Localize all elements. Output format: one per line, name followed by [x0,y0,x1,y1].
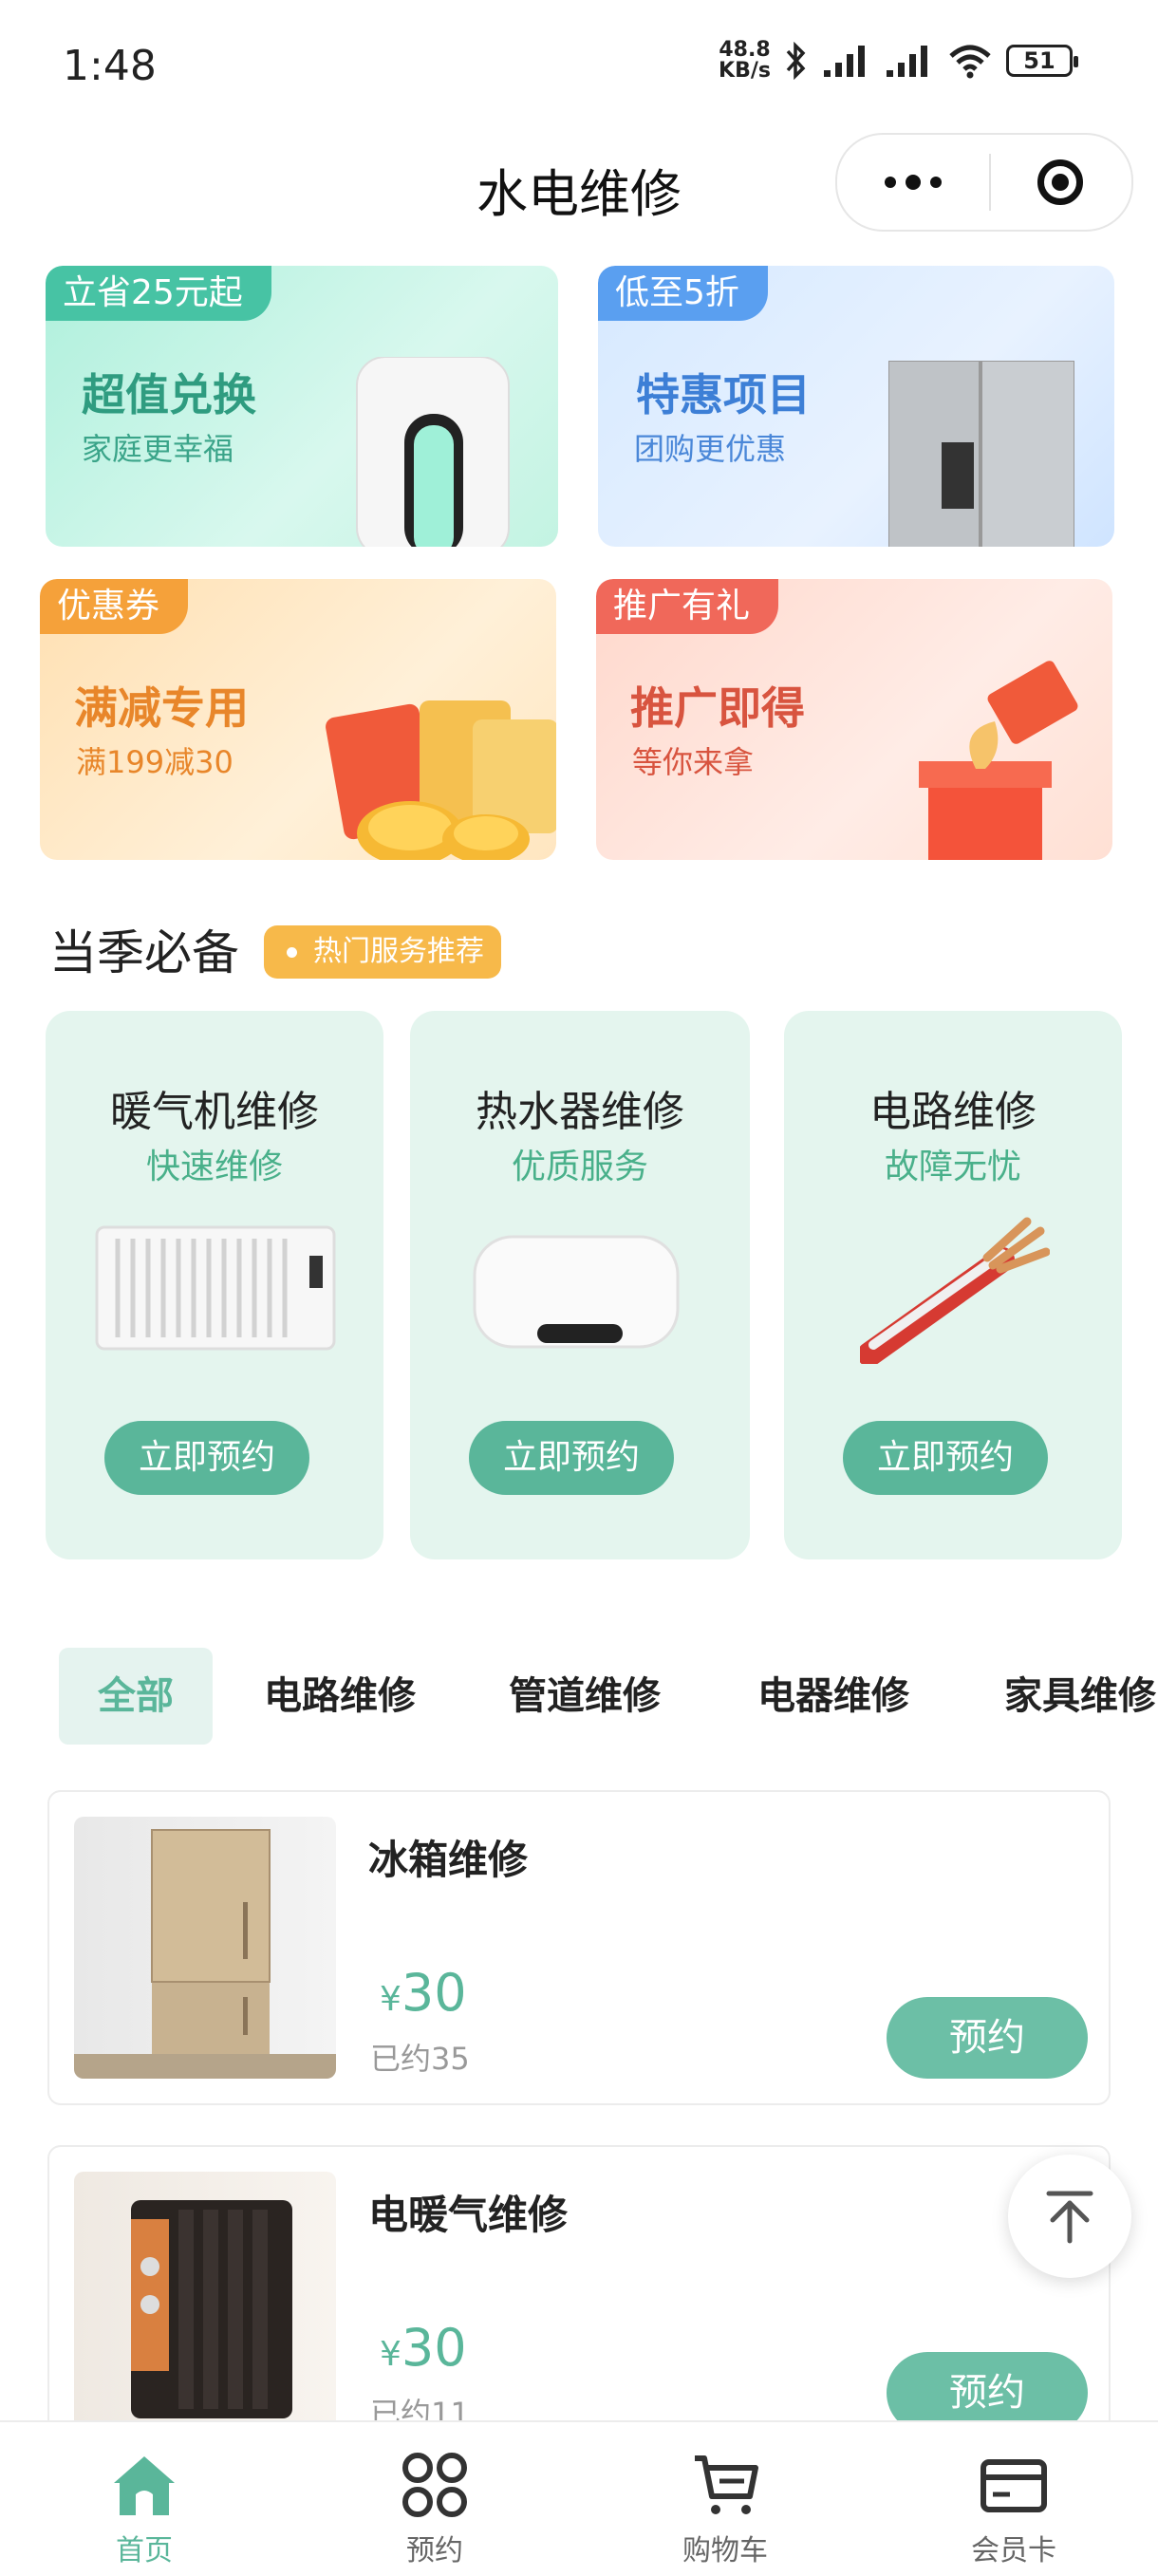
heater-image [95,1225,336,1351]
hot-service-badge: 热门服务推荐 [264,925,501,979]
more-menu-button[interactable] [837,175,989,190]
air-conditioner-image [356,357,510,547]
service-name: 热水器维修 [476,1088,684,1136]
status-icons: 48.8 KB/s 51 [719,40,1078,82]
nav-label: 会员卡 [971,2534,1056,2567]
promo-tag: 推广有礼 [596,579,779,634]
signal-icon [824,46,865,77]
target-icon [1037,159,1083,205]
product-price: ¥30 [380,1963,467,2023]
speed-unit: KB/s [719,59,771,83]
price-value: 30 [401,2318,467,2378]
refrigerator-image [888,361,1074,547]
close-miniapp-button[interactable] [991,159,1130,205]
promo-subtitle: 团购更优惠 [634,431,787,467]
promo-tag: 优惠券 [40,579,189,634]
product-name: 电暖气维修 [368,2192,569,2238]
nav-label: 预约 [406,2534,463,2567]
battery-icon: 51 [1006,45,1078,77]
product-image [74,1817,336,2079]
product-image [74,2172,336,2434]
speed-value: 48.8 [719,38,771,62]
grid-icon [402,2453,467,2517]
promo-title: 特惠项目 [636,369,811,420]
promo-title: 满减专用 [74,682,249,734]
tab-furniture[interactable]: 家具维修 [1004,1648,1156,1745]
book-now-button[interactable]: 立即预约 [469,1421,674,1495]
service-name: 电路维修 [869,1088,1037,1136]
product-card-electric-heater[interactable]: 电暖气维修 ¥30 已约11 预约 [47,2145,1111,2458]
miniapp-capsule [835,133,1133,232]
service-desc: 优质服务 [511,1148,648,1186]
service-card-water-heater[interactable]: 热水器维修 优质服务 立即预约 [410,1011,750,1559]
dot-icon [906,175,921,190]
service-card-circuit[interactable]: 电路维修 故障无忧 立即预约 [784,1011,1122,1559]
promo-card-discount[interactable]: 低至5折 特惠项目 团购更优惠 [598,266,1114,547]
bottom-nav: 首页 预约 购物车 会员卡 [0,2420,1158,2576]
signal-icon-2 [887,46,927,77]
gift-box-image [919,661,1078,860]
tab-pipe[interactable]: 管道维修 [509,1648,661,1745]
service-desc: 故障无忧 [884,1148,1021,1186]
book-now-button[interactable]: 立即预约 [104,1421,309,1495]
book-now-button[interactable]: 立即预约 [843,1421,1048,1495]
book-button[interactable]: 预约 [887,1997,1088,2079]
promo-title: 推广即得 [630,682,805,734]
card-icon [981,2459,1047,2512]
tab-appliance[interactable]: 电器维修 [757,1648,909,1745]
product-card-fridge[interactable]: 冰箱维修 ¥30 已约35 预约 [47,1790,1111,2105]
promo-subtitle: 满199减30 [76,744,233,780]
tab-circuit[interactable]: 电路维修 [264,1648,416,1745]
home-icon [114,2456,175,2515]
product-price: ¥30 [380,2318,467,2378]
nav-label: 首页 [116,2534,173,2567]
service-card-heater[interactable]: 暖气机维修 快速维修 立即预约 [46,1011,383,1559]
cart-icon [695,2455,758,2514]
network-speed: 48.8 KB/s [719,40,771,82]
bluetooth-icon [786,42,806,80]
promo-tag: 低至5折 [598,266,768,321]
promo-subtitle: 家庭更幸福 [82,431,234,467]
dot-icon [885,177,896,188]
fridge-image [74,1829,336,2079]
currency-symbol: ¥ [380,1980,402,2019]
currency-symbol: ¥ [380,2335,402,2374]
promo-card-exchange[interactable]: 立省25元起 超值兑换 家庭更幸福 [46,266,558,547]
price-value: 30 [401,1963,467,2023]
tab-all[interactable]: 全部 [59,1648,213,1745]
back-to-top-button[interactable] [1008,2155,1131,2278]
status-time: 1:48 [63,42,157,90]
promo-title: 超值兑换 [82,369,256,420]
promo-card-referral[interactable]: 推广有礼 推广即得 等你来拿 [596,579,1112,860]
oil-heater-image [131,2200,292,2418]
dot-icon [930,177,942,188]
service-name: 暖气机维修 [110,1088,319,1136]
water-heater-image [473,1235,680,1349]
red-envelope-coins-image [326,700,556,860]
wifi-icon [949,45,991,79]
promo-subtitle: 等你来拿 [632,744,755,780]
promo-card-coupon[interactable]: 优惠券 满减专用 满199减30 [40,579,556,860]
booked-count: 已约35 [370,2041,470,2077]
section-title: 当季必备 [49,925,239,980]
nav-label: 购物车 [682,2534,768,2567]
promo-tag: 立省25元起 [46,266,271,321]
service-desc: 快速维修 [145,1148,283,1186]
wire-cable-image [860,1217,1050,1364]
arrow-up-icon [1046,2191,1093,2244]
product-name: 冰箱维修 [368,1837,529,1883]
